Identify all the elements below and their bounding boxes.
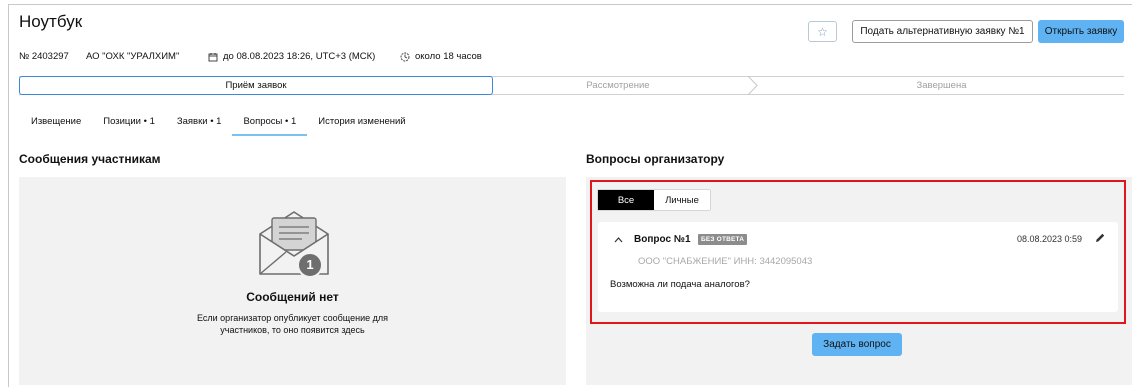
organization-name: АО "ОХК "УРАЛХИМ" [86, 51, 180, 62]
calendar-icon [208, 52, 218, 61]
tab-notice[interactable]: Извещение [19, 106, 92, 136]
empty-state-title: Сообщений нет [246, 290, 339, 304]
deadline: до 08.08.2023 18:26, UTC+3 (МСК) [208, 51, 375, 62]
stage-reception: Приём заявок [19, 76, 493, 95]
tab-history[interactable]: История изменений [307, 106, 416, 136]
page-title: Ноутбук [19, 12, 83, 31]
alt-request-button[interactable]: Подать альтернативную заявку №1 [852, 20, 1033, 43]
deadline-text: до 08.08.2023 18:26, UTC+3 (МСК) [223, 51, 376, 62]
stage-completed: Завершена [916, 80, 967, 91]
stage-separator-icon [747, 76, 758, 95]
tab-questions[interactable]: Вопросы • 1 [232, 106, 308, 136]
empty-state-description: Если организатор опубликует сообщение дл… [19, 312, 566, 336]
time-remaining-text: около 18 часов [415, 51, 482, 62]
messages-panel: 1 Сообщений нет Если организатор опублик… [19, 177, 566, 385]
clock-icon [400, 52, 410, 61]
tab-requests[interactable]: Заявки • 1 [166, 106, 233, 136]
tab-bar: Извещение Позиции • 1 Заявки • 1 Вопросы… [19, 106, 417, 136]
empty-state-line-1: Если организатор опубликует сообщение дл… [197, 313, 388, 323]
stage-progress: Приём заявок Рассмотрение Завершена [19, 76, 1124, 95]
tab-positions[interactable]: Позиции • 1 [92, 106, 166, 136]
highlight-frame [590, 180, 1126, 324]
star-outline-icon: ☆ [817, 24, 828, 39]
favorite-button[interactable]: ☆ [808, 21, 837, 42]
empty-state-line-2: участников, то оно появится здесь [220, 325, 365, 335]
open-request-button[interactable]: Открыть заявку [1038, 20, 1124, 43]
ask-question-button[interactable]: Задать вопрос [812, 333, 902, 356]
messages-title: Сообщения участникам [19, 152, 161, 166]
procedure-number: № 2403297 [19, 51, 69, 62]
questions-title: Вопросы организатору [586, 152, 725, 166]
message-count-badge: 1 [306, 257, 314, 272]
stage-review: Рассмотрение [586, 80, 650, 91]
time-remaining: около 18 часов [400, 51, 482, 62]
